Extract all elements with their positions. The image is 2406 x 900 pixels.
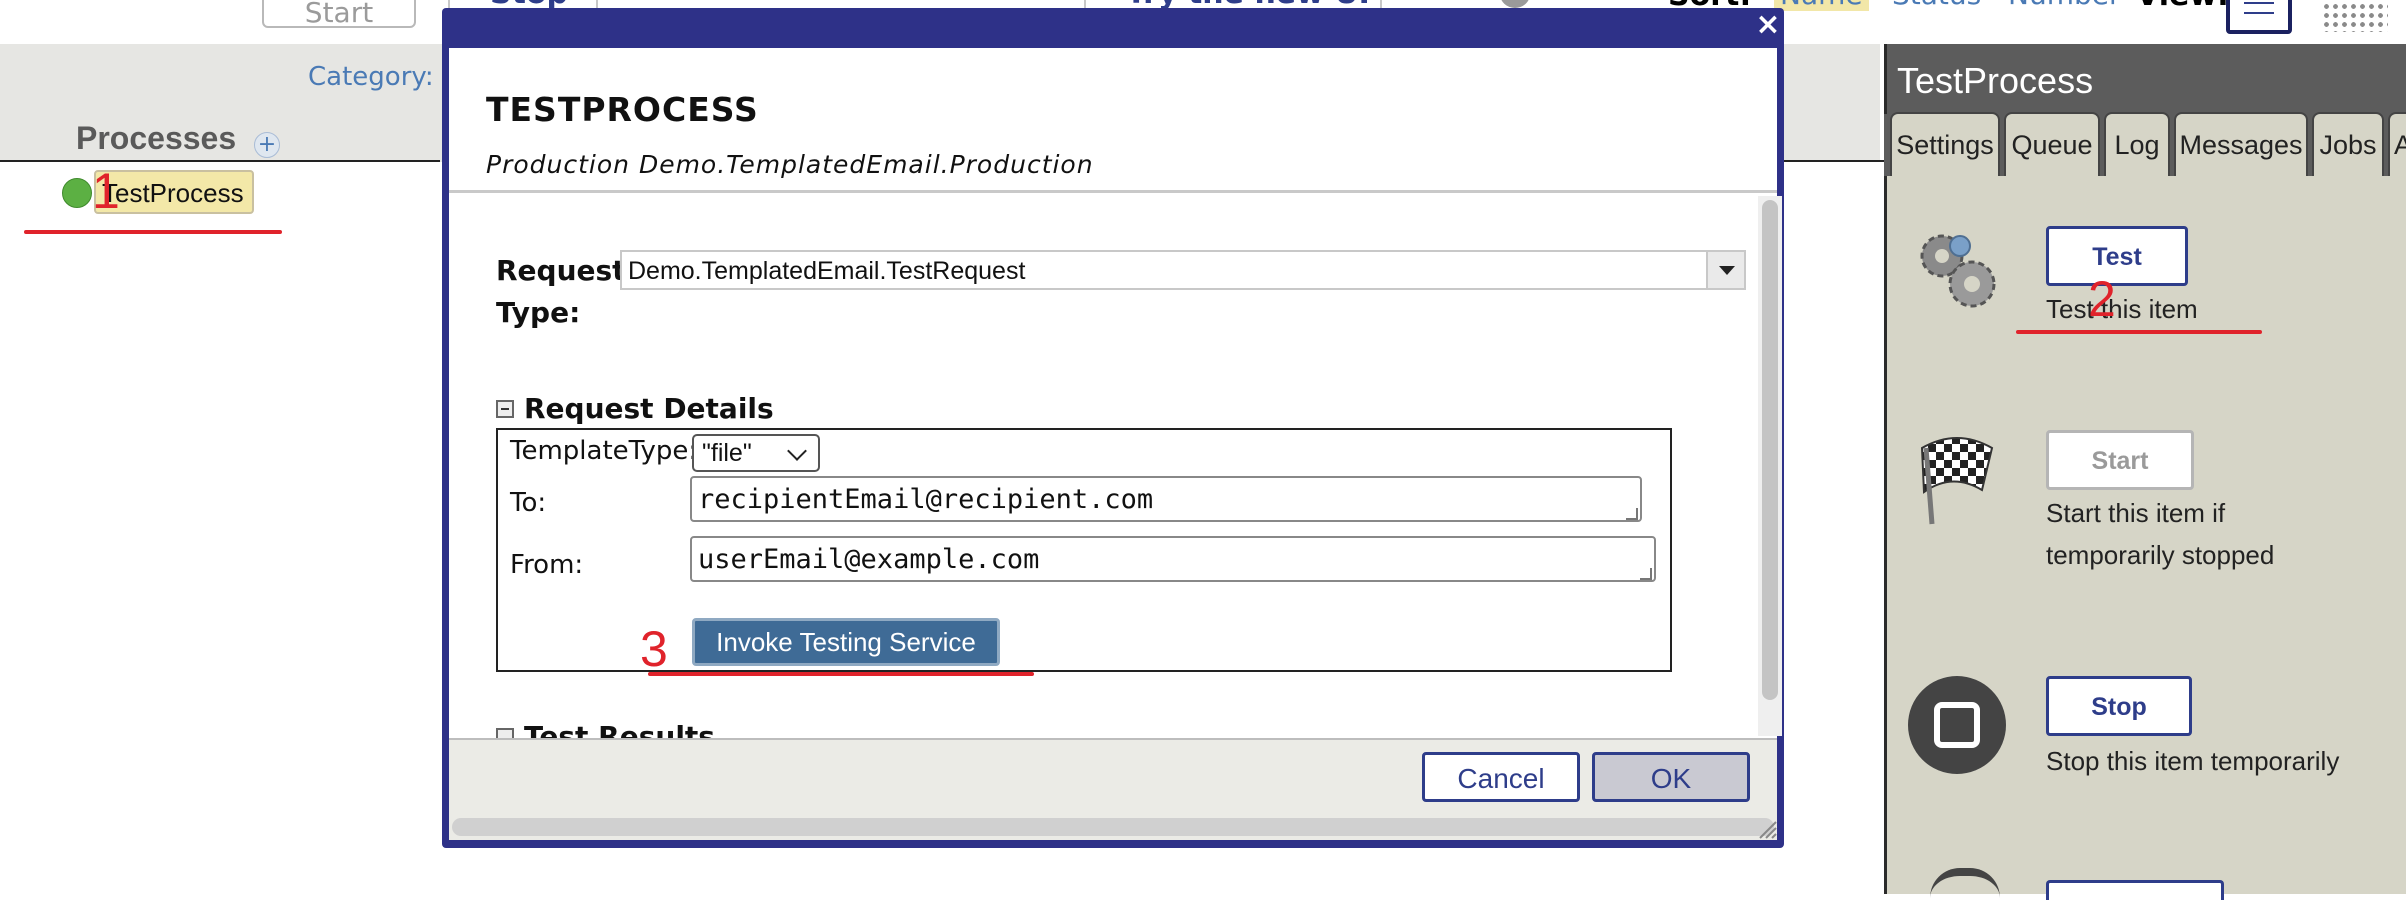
list-view-icon[interactable] — [2226, 0, 2292, 34]
tab-messages[interactable]: Messages — [2174, 112, 2308, 176]
status-ok-icon — [62, 178, 92, 208]
start-button[interactable]: Start — [2046, 430, 2194, 490]
annotation-number: 3 — [640, 621, 668, 677]
divider — [0, 160, 440, 162]
annotation-number: 2 — [2088, 271, 2116, 327]
dialog-subtitle: Production Demo.TemplatedEmail.Productio… — [486, 150, 1094, 179]
start-description-line1: Start this item if — [2046, 498, 2226, 528]
annotation-underline — [24, 230, 282, 234]
tab-log[interactable]: Log — [2104, 112, 2170, 176]
resize-grip-icon[interactable] — [1640, 568, 1652, 580]
test-results-title: Test Results — [524, 720, 715, 738]
stop-icon — [1908, 676, 2006, 774]
stop-button[interactable]: Stop — [2046, 676, 2192, 736]
divider — [1784, 160, 1884, 162]
tab-queue[interactable]: Queue — [2004, 112, 2100, 176]
expand-icon[interactable] — [496, 728, 514, 738]
close-icon[interactable]: × — [1755, 10, 1781, 40]
gears-icon — [1920, 234, 1996, 308]
test-button[interactable]: Test — [2046, 226, 2188, 286]
stop-description: Stop this item temporarily — [2046, 746, 2340, 776]
plus-icon[interactable]: + — [254, 132, 280, 158]
next-action-button[interactable] — [2046, 880, 2224, 900]
invoke-testing-service-button[interactable]: Invoke Testing Service — [692, 618, 1000, 666]
sort-by-name[interactable]: Name — [1774, 0, 1869, 11]
tab-settings[interactable]: Settings — [1890, 112, 2000, 176]
tab-jobs[interactable]: Jobs — [2312, 112, 2384, 176]
request-type-label: Request Type: — [496, 254, 626, 329]
template-type-label: TemplateType: — [510, 436, 698, 466]
from-field[interactable]: userEmail@example.com — [690, 536, 1656, 582]
request-details-title: Request Details — [524, 392, 774, 425]
tab-actions[interactable]: A — [2388, 112, 2406, 176]
scrollbar-thumb[interactable] — [1762, 200, 1778, 700]
checkered-flag-icon — [1920, 437, 1994, 525]
sort-by-status[interactable]: Status — [1892, 0, 1981, 11]
horizontal-scrollbar[interactable] — [452, 818, 1774, 836]
processes-title: Processes — [76, 120, 237, 156]
request-type-select[interactable]: Demo.TemplatedEmail.TestRequest — [620, 250, 1746, 290]
view-label: View: — [2136, 0, 2229, 13]
collapse-icon[interactable] — [496, 400, 514, 418]
dialog-title: TESTPROCESS — [486, 90, 759, 129]
annotation-underline — [2016, 330, 2262, 334]
grid-view-icon[interactable] — [2322, 2, 2388, 32]
start-description-line2: temporarily stopped — [2046, 540, 2275, 570]
dropdown-arrow-icon[interactable] — [1706, 252, 1744, 288]
test-description: Test this item — [2046, 294, 2198, 324]
from-label: From: — [510, 550, 584, 580]
divider — [449, 190, 1777, 193]
ok-button[interactable]: OK — [1592, 752, 1750, 802]
annotation-underline — [648, 672, 1034, 676]
resize-grip-icon[interactable] — [1626, 508, 1638, 520]
start-all-button[interactable]: Start — [262, 0, 416, 29]
resize-grip-icon[interactable] — [1756, 818, 1778, 840]
sort-by-number[interactable]: Number — [2008, 0, 2120, 11]
cancel-button[interactable]: Cancel — [1422, 752, 1580, 802]
to-label: To: — [510, 488, 547, 518]
annotation-number: 1 — [92, 163, 120, 219]
to-field[interactable]: recipientEmail@recipient.com — [690, 476, 1642, 522]
category-label: Category: — [308, 62, 434, 92]
details-panel-title: TestProcess — [1884, 44, 2406, 116]
